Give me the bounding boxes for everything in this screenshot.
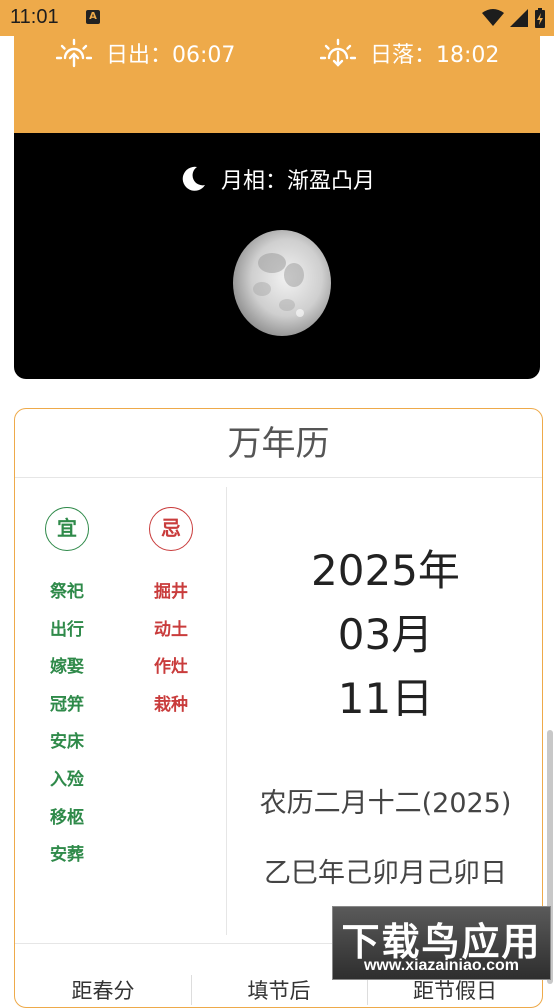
yi-item: 安床 [50, 732, 84, 753]
sunrise-label: 日出：06:07 [106, 43, 236, 68]
sunset-label: 日落：18:02 [370, 43, 500, 68]
tab-to-spring-equinox[interactable]: 距春分 [15, 975, 191, 1005]
battery-icon [535, 8, 545, 28]
ji-badge: 忌 [149, 507, 193, 551]
status-time: 11:01 [10, 6, 59, 28]
yi-item: 冠笄 [50, 694, 84, 715]
sunset-item: 日落：18:02 [320, 38, 499, 68]
ji-item: 栽种 [154, 694, 188, 715]
ji-item: 动土 [154, 619, 188, 640]
yi-item: 入殓 [50, 769, 84, 790]
date-year: 2025年 [311, 546, 460, 595]
yi-list: 祭祀 出行 嫁娶 冠笄 安床 入殓 移柩 安葬 [37, 579, 97, 880]
ji-item: 掘井 [154, 582, 188, 602]
yi-item: 祭祀 [50, 582, 84, 602]
date-day: 11日 [337, 674, 434, 723]
lunar-date: 农历二月十二(2025) [259, 788, 512, 819]
moon-phase-label: 月相：渐盈凸月 [220, 169, 375, 194]
divider [15, 477, 542, 478]
watermark-logo: 下载鸟应用 www.xiazainiao.com [332, 906, 551, 980]
sunset-icon [320, 38, 356, 67]
status-bar: 11:01 A [0, 0, 554, 36]
moon-phase-row: 月相：渐盈凸月 [14, 163, 540, 195]
watermark-url: www.xiazainiao.com [363, 957, 519, 974]
yi-item: 嫁娶 [50, 657, 84, 678]
sunrise-icon [56, 38, 92, 68]
ganzhi-date: 乙巳年己卯月己卯日 [264, 858, 507, 889]
ji-list: 掘井 动土 作灶 栽种 [141, 579, 201, 729]
calendar-title: 万年历 [227, 424, 330, 464]
yi-item: 安葬 [50, 845, 84, 866]
yi-item: 移柩 [50, 807, 84, 828]
sunrise-item: 日出：06:07 [56, 38, 235, 68]
ji-item: 作灶 [154, 657, 188, 678]
date-month: 03月 [337, 610, 434, 659]
wifi-icon [482, 9, 504, 26]
signal-icon [510, 9, 528, 27]
notification-icon: A [86, 10, 100, 24]
crescent-moon-icon [182, 166, 205, 191]
yi-badge: 宜 [45, 507, 89, 551]
yi-item: 出行 [50, 619, 84, 640]
status-icons [482, 8, 546, 28]
moon-card: 月相：渐盈凸月 [14, 133, 540, 379]
moon-image [233, 230, 331, 336]
